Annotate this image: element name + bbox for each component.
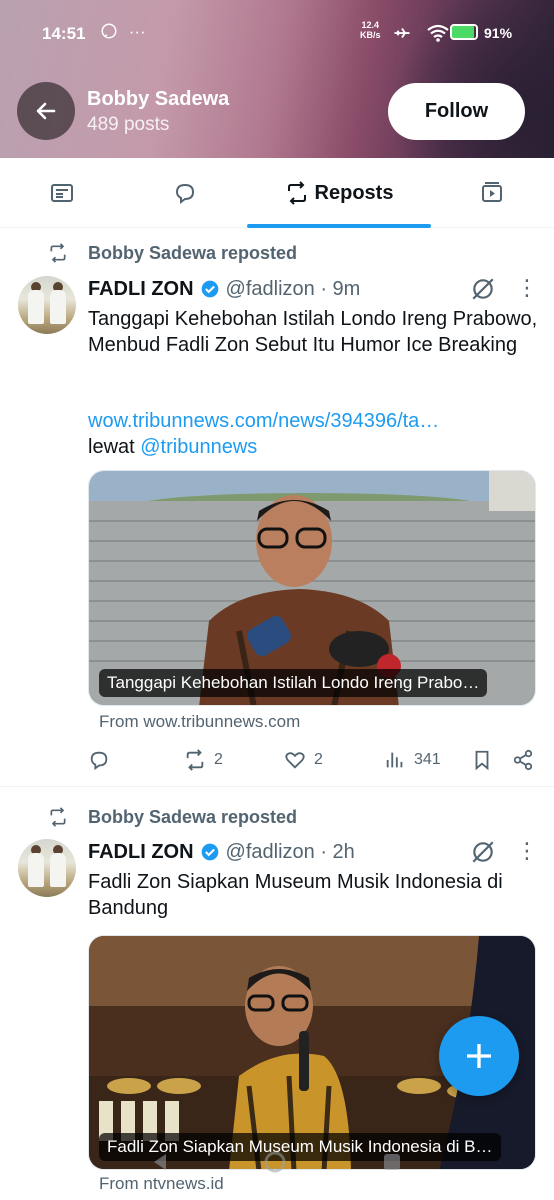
nav-home-icon[interactable] <box>263 1150 287 1174</box>
repost-by-label: Bobby Sadewa reposted <box>88 242 298 263</box>
repost-icon <box>50 243 66 263</box>
post-2[interactable]: Bobby Sadewa reposted FADLI ZON @fadlizo… <box>0 787 554 1200</box>
wifi-icon <box>427 24 449 42</box>
media-caption: Tanggapi Kehebohan Istilah Londo Ireng P… <box>99 669 488 697</box>
repost-icon <box>186 749 204 771</box>
comment-icon <box>90 751 108 771</box>
share-icon <box>513 749 533 771</box>
active-tab-indicator <box>247 224 431 228</box>
handle-time: @fadlizon · 2h <box>225 840 355 863</box>
comment-icon <box>175 183 195 204</box>
avatar[interactable] <box>18 839 76 897</box>
tab-reposts[interactable]: Reposts <box>247 158 431 228</box>
link-card-image[interactable]: Tanggapi Kehebohan Istilah Londo Ireng P… <box>88 470 536 706</box>
grok-icon[interactable] <box>470 276 496 302</box>
plus-icon <box>467 1044 491 1068</box>
like-count: 2 <box>314 751 323 768</box>
notification-icons: ··· <box>100 22 146 42</box>
post-1[interactable]: Bobby Sadewa reposted FADLI ZON @fadlizo… <box>0 229 554 786</box>
heart-icon <box>285 752 305 769</box>
views-button[interactable]: 341 <box>384 745 441 775</box>
airplane-icon <box>394 27 410 39</box>
more-notifications-icon: ··· <box>128 22 146 41</box>
post-text: Tanggapi Kehebohan Istilah Londo Ireng P… <box>88 308 538 356</box>
post-actions: 2 2 341 <box>88 745 538 775</box>
nav-recents-icon[interactable] <box>380 1150 404 1174</box>
status-time: 14:51 <box>42 24 86 43</box>
post-text: Fadli Zon Siapkan Museum Musik Indonesia… <box>88 871 503 919</box>
airplane-wifi-icons <box>392 24 450 43</box>
article-icon <box>51 184 73 202</box>
post-meta: FADLI ZON @fadlizon · 2h <box>88 839 355 865</box>
post-meta: FADLI ZON @fadlizon · 9m <box>88 276 360 302</box>
more-options-icon[interactable]: ⋮ <box>516 840 538 867</box>
verified-badge-icon <box>201 280 218 298</box>
bookmark-button[interactable] <box>471 745 501 775</box>
battery-percent: 91% <box>484 25 513 41</box>
repost-button[interactable]: 2 <box>184 745 223 775</box>
views-count: 341 <box>414 751 441 768</box>
author-name[interactable]: FADLI ZON <box>88 278 194 301</box>
profile-tabs: Reposts <box>0 158 554 228</box>
reply-button[interactable] <box>88 745 118 775</box>
repost-icon <box>287 181 306 205</box>
repost-indicator: Bobby Sadewa reposted <box>48 806 297 828</box>
tab-articles[interactable] <box>22 158 102 228</box>
post-link[interactable]: wow.tribunnews.com/news/394396/ta… <box>88 408 538 434</box>
link-source: From wow.tribunnews.com <box>99 712 301 731</box>
like-button[interactable]: 2 <box>284 745 323 775</box>
back-button[interactable] <box>17 82 75 140</box>
handle-time: @fadlizon · 9m <box>225 277 361 300</box>
nav-back-icon[interactable] <box>148 1150 172 1174</box>
grok-icon[interactable] <box>470 839 496 865</box>
tab-media[interactable] <box>452 158 532 228</box>
profile-header: 14:51 ··· 12.4 KB/s 91% Bobby Sadewa 489 … <box>0 0 554 158</box>
posts-count: 489 posts <box>87 114 170 135</box>
repost-count: 2 <box>214 751 223 768</box>
share-button[interactable] <box>512 745 542 775</box>
views-chart-icon <box>386 752 403 768</box>
repost-icon <box>50 807 66 827</box>
network-speed: 12.4 KB/s <box>360 20 381 40</box>
system-navigation-bar <box>0 1150 554 1180</box>
via-handle-link[interactable]: @tribunnews <box>140 436 257 458</box>
repost-by-label: Bobby Sadewa reposted <box>88 806 298 827</box>
video-icon <box>482 182 502 202</box>
whatsapp-icon <box>101 23 117 39</box>
verified-badge-icon <box>201 843 218 861</box>
author-name[interactable]: FADLI ZON <box>88 841 194 864</box>
compose-button[interactable] <box>439 1016 519 1096</box>
profile-name: Bobby Sadewa <box>87 88 230 110</box>
post-via: lewat @tribunnews <box>88 436 258 458</box>
battery-icon <box>450 24 478 40</box>
more-options-icon[interactable]: ⋮ <box>516 277 538 304</box>
arrow-left-icon <box>36 102 56 120</box>
follow-button[interactable]: Follow <box>388 83 525 140</box>
bookmark-icon <box>475 750 489 771</box>
tab-replies[interactable] <box>145 158 225 228</box>
tab-reposts-label: Reposts <box>314 181 394 204</box>
repost-indicator: Bobby Sadewa reposted <box>48 242 297 264</box>
avatar[interactable] <box>18 276 76 334</box>
status-bar: 14:51 ··· 12.4 KB/s 91% <box>0 20 554 48</box>
